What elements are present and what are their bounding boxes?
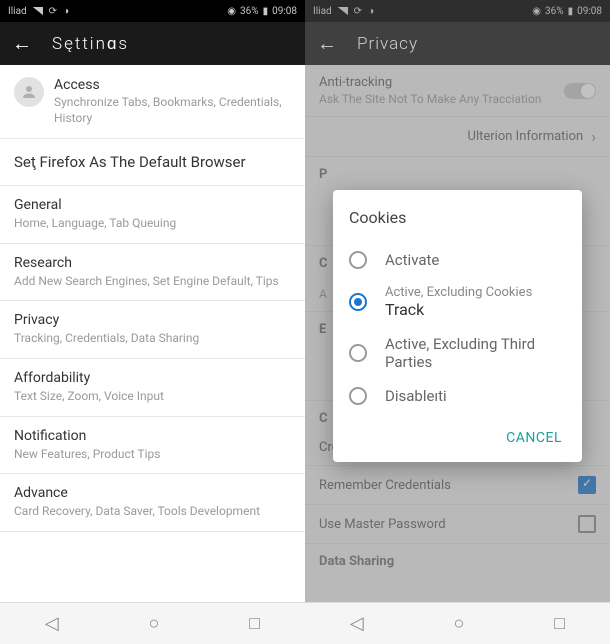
research-row[interactable]: Research Add New Search Engines, Set Eng… [0, 244, 305, 302]
sync-icon: ◑ [63, 6, 69, 17]
affordability-row[interactable]: Affordability Text Size, Zoom, Voice Inp… [0, 359, 305, 417]
access-sub: Synchronize Tabs, Bookmarks, Credentials… [54, 95, 291, 126]
app-title: Privacy [357, 34, 418, 54]
battery-label: 36% [240, 6, 259, 17]
radio-icon[interactable] [349, 387, 367, 405]
access-title: Access [54, 77, 291, 93]
status-bar: Iliad ⟳ ◑ ◉ 36% ▮ 09:08 [305, 0, 610, 22]
app-bar: ← Sęttinɑs [0, 22, 305, 65]
default-browser-row[interactable]: Seţ Firefox As The Default Browser [0, 139, 305, 186]
nav-back-icon[interactable]: ◁ [45, 613, 59, 634]
nav-recent-icon[interactable]: □ [554, 613, 565, 634]
time-label: 09:08 [272, 6, 297, 17]
rotate-icon: ⟳ [354, 6, 362, 17]
sync-icon: ◑ [368, 6, 374, 17]
nav-bar: ◁ ○ □ [305, 602, 610, 644]
status-bar: Iliad ⟳ ◑ ◉ 36% ▮ 09:08 [0, 0, 305, 22]
radio-option-active-excl-third[interactable]: Active, Excluding Third Parties [349, 327, 578, 379]
app-bar: ← Privacy [305, 22, 610, 65]
nav-bar: ◁ ○ □ [0, 602, 305, 644]
general-row[interactable]: General Home, Language, Tab Queuing [0, 186, 305, 244]
privacy-row[interactable]: Privacy Tracking, Credentials, Data Shar… [0, 301, 305, 359]
nav-recent-icon[interactable]: □ [249, 613, 260, 634]
nav-home-icon[interactable]: ○ [454, 613, 465, 634]
battery-label: 36% [545, 6, 564, 17]
cookies-dialog: Cookies Activate Active, Excluding Cooki… [333, 190, 582, 462]
back-arrow-icon[interactable]: ← [12, 31, 32, 56]
radio-icon[interactable] [349, 293, 367, 311]
battery-icon: ▮ [263, 6, 269, 17]
rotate-icon: ⟳ [49, 6, 57, 17]
signal-icon [338, 7, 348, 15]
settings-list: Access Synchronize Tabs, Bookmarks, Cred… [0, 65, 305, 602]
radio-option-active-excl-cookies[interactable]: Active, Excluding Cookies Track [349, 277, 578, 327]
nav-home-icon[interactable]: ○ [149, 613, 160, 634]
avatar-icon [14, 77, 44, 107]
signal-icon [33, 7, 43, 15]
battery-icon: ▮ [568, 6, 574, 17]
access-row[interactable]: Access Synchronize Tabs, Bookmarks, Cred… [0, 65, 305, 139]
radio-icon[interactable] [349, 251, 367, 269]
notification-row[interactable]: Notification New Features, Product Tips [0, 417, 305, 475]
app-title: Sęttinɑs [52, 34, 129, 54]
time-label: 09:08 [577, 6, 602, 17]
cancel-button[interactable]: CANCEL [506, 430, 562, 446]
nav-back-icon[interactable]: ◁ [350, 613, 364, 634]
eye-icon: ◉ [532, 6, 541, 17]
radio-option-disable[interactable]: Disableıti [349, 379, 578, 413]
carrier-label: Iliad [8, 6, 27, 17]
back-arrow-icon[interactable]: ← [317, 31, 337, 56]
carrier-label: Iliad [313, 6, 332, 17]
radio-icon[interactable] [349, 344, 367, 362]
eye-icon: ◉ [227, 6, 236, 17]
radio-option-activate[interactable]: Activate [349, 243, 578, 277]
dialog-title: Cookies [349, 208, 578, 227]
advance-row[interactable]: Advance Card Recovery, Data Saver, Tools… [0, 474, 305, 532]
